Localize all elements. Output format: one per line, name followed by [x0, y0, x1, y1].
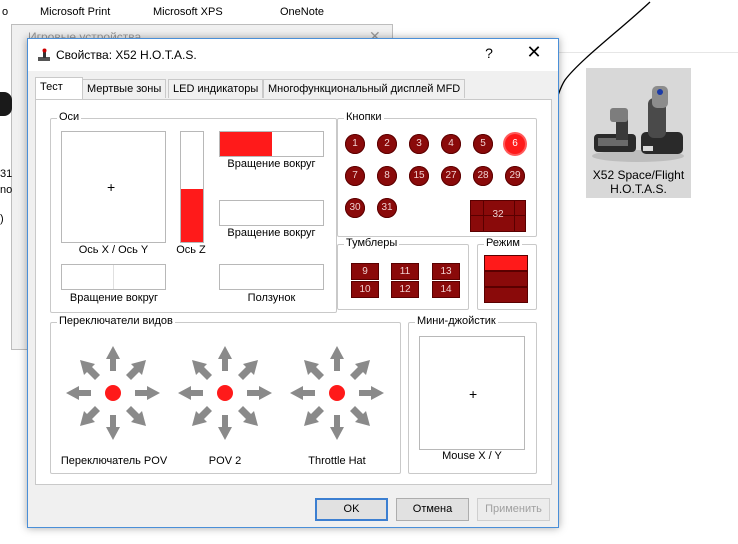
button-indicator: 3	[409, 134, 429, 154]
tab-mfd[interactable]: Многофункциональный дисплей MFD	[263, 79, 466, 98]
buttons-group-title: Кнопки	[344, 111, 384, 123]
cancel-button[interactable]: Отмена	[396, 498, 469, 521]
mode-indicator-2	[484, 271, 528, 287]
rotation-axis-2-label: Вращение вокруг	[227, 227, 316, 239]
rotation-axis-3-bar	[61, 264, 166, 290]
button-indicator: 29	[505, 166, 525, 186]
toggle-indicator: 11	[391, 263, 419, 280]
bg-item: OneNote	[280, 6, 325, 18]
mini-stick-group-title: Мини-джойстик	[415, 315, 498, 327]
joystick-app-icon	[38, 48, 50, 61]
throttle-hat-label: Throttle Hat	[308, 455, 366, 467]
button-indicator: 7	[345, 166, 365, 186]
device-name-line1: X52 Space/Flight	[592, 168, 685, 182]
bg-item: Microsoft Print	[40, 6, 111, 18]
throttle-hat-icon	[290, 346, 384, 440]
pov-hat-1-icon	[66, 346, 160, 440]
apply-button[interactable]: Применить	[477, 498, 550, 521]
tab-test[interactable]: Тест	[35, 77, 83, 99]
button-indicator: 31	[377, 198, 397, 218]
button-indicator-pressed: 6	[505, 134, 525, 154]
z-axis-fill	[181, 189, 203, 242]
button-indicator: 27	[441, 166, 461, 186]
mini-stick-label: Mouse X / Y	[442, 450, 502, 462]
axes-group-title: Оси	[57, 111, 82, 123]
mini-stick-area: +	[419, 336, 525, 450]
toggle-indicator: 14	[432, 281, 460, 298]
mini-stick-crosshair: +	[469, 386, 478, 402]
pov-hat-1-label: Переключатель POV	[60, 455, 168, 467]
toggles-group-title: Тумблеры	[344, 237, 400, 249]
mode-indicator-1	[484, 255, 528, 271]
bg-item: Microsoft XPS	[153, 6, 223, 18]
title-bar: Свойства: X52 H.O.T.A.S. ? ✕	[28, 39, 558, 71]
pov-group-title: Переключатели видов	[57, 315, 175, 327]
mode-indicator-3	[484, 287, 528, 303]
device-icon-partial	[0, 92, 12, 116]
side-fragment: 31	[0, 168, 13, 180]
pov-hat-2-icon	[178, 346, 272, 440]
side-fragment: no	[0, 184, 13, 196]
tab-led[interactable]: LED индикаторы	[168, 79, 264, 98]
help-button[interactable]: ?	[481, 45, 497, 61]
xy-axis-area: +	[61, 131, 166, 243]
mode-group-title: Режим	[484, 237, 522, 249]
tab-dead-zones[interactable]: Мертвые зоны	[82, 79, 167, 98]
toggles-group: Тумблеры 9 11 13 10 12 14	[337, 237, 469, 310]
rotation-axis-3-label: Вращение вокруг	[69, 292, 159, 304]
mode-group: Режим	[477, 237, 537, 310]
button-indicator: 2	[377, 134, 397, 154]
bg-item: o	[2, 6, 9, 18]
rotation-axis-3-center	[113, 265, 114, 289]
slider-axis-label: Ползунок	[247, 292, 296, 304]
button-32-label: 32	[492, 209, 504, 220]
slider-axis-bar	[219, 264, 324, 290]
button-32-indicator: 32	[470, 200, 526, 232]
axes-group: Оси + Ось X / Ось Y Ось Z Вращение вокру…	[50, 111, 337, 313]
button-indicator: 4	[441, 134, 461, 154]
toggle-indicator: 12	[391, 281, 419, 298]
button-indicator: 30	[345, 198, 365, 218]
rotation-axis-1-bar	[219, 131, 324, 157]
rotation-axis-2-bar	[219, 200, 324, 226]
z-axis-label: Ось Z	[176, 244, 206, 256]
toggle-indicator: 13	[432, 263, 460, 280]
device-tile-label: X52 Space/Flight H.O.T.A.S.	[586, 168, 691, 196]
test-tab-panel: Оси + Ось X / Ось Y Ось Z Вращение вокру…	[35, 99, 552, 485]
button-indicator: 8	[377, 166, 397, 186]
dialog-title: Свойства: X52 H.O.T.A.S.	[56, 48, 197, 62]
toggle-indicator: 10	[351, 281, 379, 298]
ok-button[interactable]: OK	[315, 498, 388, 521]
pov-hat-2-label: POV 2	[208, 455, 242, 467]
rotation-axis-1-label: Вращение вокруг	[227, 158, 316, 170]
button-indicator: 15	[409, 166, 429, 186]
buttons-group: Кнопки 1 2 3 4 5 6 7 8 15 27 28 29 30 31…	[337, 111, 537, 237]
button-indicator: 1	[345, 134, 365, 154]
button-indicator: 28	[473, 166, 493, 186]
xy-axis-label: Ось X / Ось Y	[78, 244, 149, 256]
z-axis-bar	[180, 131, 204, 243]
mini-stick-group: Мини-джойстик + Mouse X / Y	[408, 315, 537, 474]
close-button[interactable]: ✕	[520, 42, 548, 63]
pov-group: Переключатели видов Переключатель POV PO…	[50, 315, 401, 474]
side-fragment: )	[0, 213, 4, 225]
button-indicator: 5	[473, 134, 493, 154]
properties-dialog: Свойства: X52 H.O.T.A.S. ? ✕ Тест Мертвы…	[27, 38, 559, 528]
device-name-line2: H.O.T.A.S.	[610, 182, 667, 196]
rotation-axis-1-fill	[220, 132, 272, 156]
xy-crosshair: +	[107, 179, 116, 195]
toggle-indicator: 9	[351, 263, 379, 280]
